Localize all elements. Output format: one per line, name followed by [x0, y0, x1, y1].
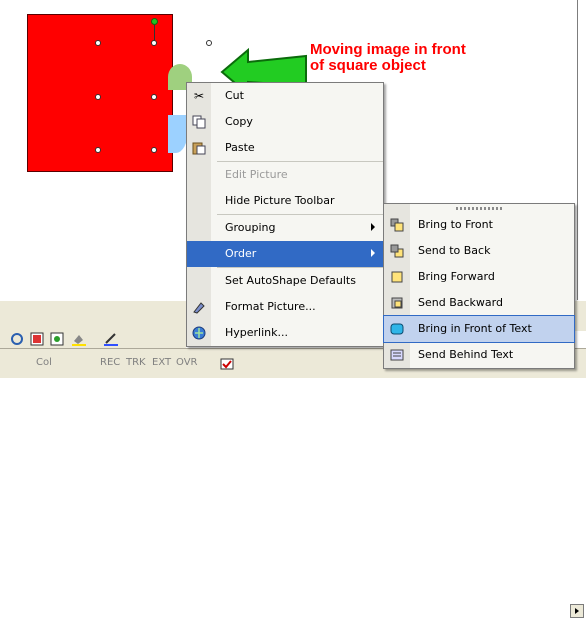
status-trk[interactable]: TRK	[126, 357, 146, 368]
rotation-handle[interactable]	[151, 18, 158, 25]
bring-forward-icon	[391, 271, 403, 283]
annotation-text: Moving image in front of square object	[310, 41, 466, 74]
send-to-back-icon	[390, 244, 404, 258]
menu-item-bring-to-front[interactable]: Bring to Front	[384, 212, 574, 238]
status-ext[interactable]: EXT	[152, 357, 171, 368]
menu-item-send-behind-text[interactable]: Send Behind Text	[384, 342, 574, 368]
menu-item-hide-picture-toolbar[interactable]: Hide Picture Toolbar	[187, 188, 383, 214]
scissors-icon: ✂	[193, 89, 205, 103]
submenu-drag-grip[interactable]	[384, 204, 574, 212]
spelling-status-icon[interactable]	[220, 357, 234, 371]
menu-item-bring-forward[interactable]: Bring Forward	[384, 264, 574, 290]
resize-handle[interactable]	[95, 94, 101, 100]
send-behind-text-icon	[390, 349, 404, 361]
menu-item-grouping[interactable]: Grouping	[187, 215, 383, 241]
menu-item-hyperlink[interactable]: Hyperlink...	[187, 320, 383, 346]
insert-clipart-icon[interactable]	[30, 332, 44, 346]
submenu-arrow-icon	[371, 249, 375, 257]
page-edge	[577, 0, 578, 300]
resize-handle[interactable]	[95, 147, 101, 153]
resize-handle[interactable]	[151, 40, 157, 46]
scroll-right-button[interactable]	[570, 604, 584, 618]
submenu-arrow-icon	[371, 223, 375, 231]
menu-item-format-picture[interactable]: Format Picture...	[187, 294, 383, 320]
menu-item-send-backward[interactable]: Send Backward	[384, 290, 574, 316]
hyperlink-icon	[192, 326, 206, 340]
rotate-icon[interactable]	[10, 332, 24, 346]
send-backward-icon	[391, 297, 403, 309]
line-color-icon[interactable]	[104, 332, 118, 346]
menu-item-send-to-back[interactable]: Send to Back	[384, 238, 574, 264]
status-col: Col	[36, 357, 52, 368]
bring-to-front-icon	[390, 218, 404, 232]
resize-handle[interactable]	[206, 40, 212, 46]
bring-in-front-of-text-icon	[390, 323, 404, 335]
status-rec[interactable]: REC	[100, 357, 120, 368]
copy-icon	[192, 115, 206, 129]
resize-handle[interactable]	[151, 94, 157, 100]
picture-object-blue-part[interactable]	[168, 115, 188, 153]
paste-icon	[192, 142, 206, 155]
menu-item-edit-picture: Edit Picture	[225, 168, 288, 181]
menu-item-paste[interactable]: Paste	[187, 135, 383, 161]
drawing-toolbar-row	[0, 330, 186, 348]
menu-item-cut[interactable]: ✂ Cut	[187, 83, 383, 109]
format-picture-icon	[193, 302, 205, 314]
menu-item-bring-in-front-of-text[interactable]: Bring in Front of Text	[383, 315, 575, 343]
context-menu: ✂ Cut Copy Paste Edit Picture Hide Pictu…	[186, 82, 384, 347]
resize-handle[interactable]	[95, 40, 101, 46]
resize-handle[interactable]	[151, 147, 157, 153]
insert-picture-icon[interactable]	[50, 332, 64, 346]
status-ovr[interactable]: OVR	[176, 357, 197, 368]
menu-item-set-autoshape-defaults[interactable]: Set AutoShape Defaults	[187, 268, 383, 294]
menu-item-copy[interactable]: Copy	[187, 109, 383, 135]
fill-color-icon[interactable]	[72, 332, 86, 346]
order-submenu: Bring to Front Send to Back Bring Forwar…	[383, 203, 575, 369]
menu-item-order[interactable]: Order	[187, 241, 383, 267]
